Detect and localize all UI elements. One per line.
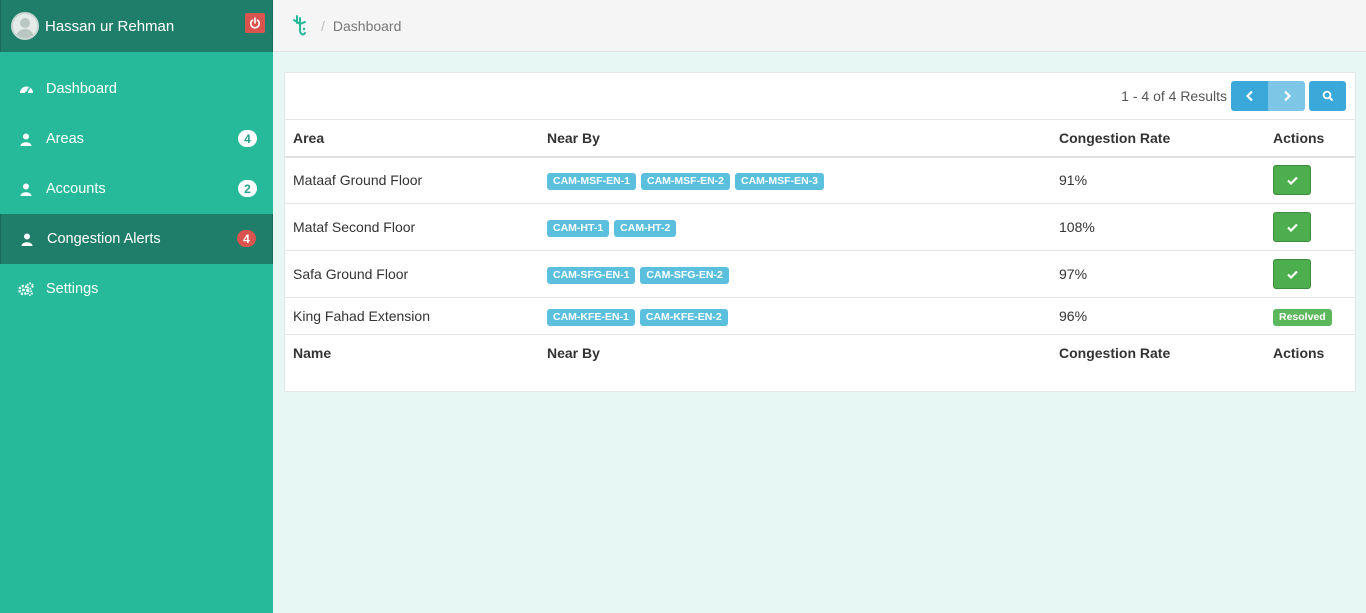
resolve-button[interactable]: [1273, 165, 1311, 196]
dashboard-icon: [18, 81, 34, 97]
column-header-actions: Actions: [1273, 129, 1325, 146]
search-button[interactable]: [1309, 81, 1346, 111]
near-by-cell: CAM-KFE-EN-1 CAM-KFE-EN-2: [539, 297, 1051, 335]
footer-congestion-rate: Congestion Rate: [1059, 345, 1171, 362]
sidebar-item-areas[interactable]: Areas 4: [0, 114, 273, 164]
near-by-cell: CAM-HT-1 CAM-HT-2: [539, 203, 1051, 251]
search-icon: [1322, 90, 1333, 102]
column-header-congestion-rate[interactable]: Congestion Rate: [1051, 120, 1265, 157]
sidebar: Hassan ur Rehman Dashboard Areas 4 Accou…: [0, 0, 273, 613]
pagination: [1231, 81, 1305, 111]
camera-tag[interactable]: CAM-HT-2: [614, 219, 677, 237]
breadcrumb-current: Dashboard: [332, 17, 402, 34]
sidebar-item-label: Accounts: [46, 181, 106, 197]
check-icon: [1286, 270, 1298, 279]
area-cell: Mataaf Ground Floor: [285, 156, 539, 204]
table-row: Mataf Second Floor CAM-HT-1 CAM-HT-2 108%: [285, 203, 1355, 251]
table-toolbar: 1 - 4 of 4 Results: [285, 73, 1355, 119]
congestion-rate-cell: 91%: [1051, 156, 1265, 204]
user-icon: [19, 231, 35, 247]
user-icon: [18, 131, 34, 147]
sidebar-item-label: Congestion Alerts: [47, 231, 161, 247]
actions-cell: [1265, 250, 1355, 298]
table-row: Mataaf Ground Floor CAM-MSF-EN-1 CAM-MSF-…: [285, 156, 1355, 204]
area-cell: Mataf Second Floor: [285, 203, 539, 251]
near-by-cell: CAM-SFG-EN-1 CAM-SFG-EN-2: [539, 250, 1051, 298]
actions-cell: Resolved: [1265, 297, 1355, 335]
results-count: 1 - 4 of 4 Results: [1121, 88, 1227, 104]
resolved-badge: Resolved: [1273, 308, 1332, 326]
sidebar-item-label: Settings: [46, 281, 99, 297]
table-row: Safa Ground Floor CAM-SFG-EN-1 CAM-SFG-EN…: [285, 250, 1355, 298]
resolve-button[interactable]: [1273, 259, 1311, 289]
resolve-button[interactable]: [1273, 212, 1311, 242]
avatar[interactable]: [11, 12, 39, 40]
sidebar-item-settings[interactable]: Settings: [0, 264, 273, 314]
chevron-left-icon: [1245, 90, 1253, 102]
congestion-rate-cell: 96%: [1051, 297, 1265, 335]
alerts-panel: 1 - 4 of 4 Results Area Near By Congesti…: [284, 72, 1356, 392]
camera-tag[interactable]: CAM-SFG-EN-2: [640, 266, 729, 284]
column-header-area[interactable]: Area: [285, 120, 539, 157]
actions-cell: [1265, 156, 1355, 204]
sidebar-item-dashboard[interactable]: Dashboard: [0, 64, 273, 114]
congestion-rate-cell: 97%: [1051, 250, 1265, 298]
camera-tag[interactable]: CAM-HT-1: [547, 219, 610, 237]
sidebar-item-congestion-alerts[interactable]: Congestion Alerts 4: [0, 214, 273, 264]
footer-name: Name: [293, 345, 332, 362]
camera-tag[interactable]: CAM-KFE-EN-1: [547, 308, 635, 326]
camera-tag[interactable]: CAM-MSF-EN-1: [547, 172, 636, 190]
check-icon: [1286, 223, 1298, 232]
home-logo-icon[interactable]: [291, 14, 309, 38]
sidebar-item-accounts[interactable]: Accounts 2: [0, 164, 273, 214]
alerts-table: Area Near By Congestion Rate Actions Mat…: [285, 119, 1355, 372]
areas-count-badge: 4: [238, 130, 257, 147]
camera-tag[interactable]: CAM-SFG-EN-1: [547, 266, 636, 284]
table-footer-row: Name Near By Congestion Rate Actions: [285, 335, 1355, 372]
breadcrumb-separator: /: [321, 17, 325, 34]
alerts-count-badge: 4: [237, 230, 256, 247]
table-header-row: Area Near By Congestion Rate Actions: [285, 119, 1355, 157]
user-bar: Hassan ur Rehman: [0, 0, 273, 52]
sidebar-item-label: Areas: [46, 131, 84, 147]
chevron-right-icon: [1283, 90, 1291, 102]
previous-page-button[interactable]: [1231, 81, 1268, 111]
footer-actions: Actions: [1273, 345, 1325, 362]
area-cell: King Fahad Extension: [285, 297, 539, 335]
logout-button[interactable]: [245, 13, 265, 33]
camera-tag[interactable]: CAM-MSF-EN-3: [735, 172, 824, 190]
top-bar: / Dashboard: [273, 0, 1366, 52]
camera-tag[interactable]: CAM-KFE-EN-2: [639, 308, 728, 326]
sidebar-item-label: Dashboard: [46, 81, 117, 97]
user-icon: [18, 181, 34, 197]
column-header-near-by[interactable]: Near By: [539, 120, 1051, 157]
near-by-cell: CAM-MSF-EN-1 CAM-MSF-EN-2 CAM-MSF-EN-3: [539, 156, 1051, 204]
table-row: King Fahad Extension CAM-KFE-EN-1 CAM-KFE…: [285, 297, 1355, 335]
next-page-button[interactable]: [1268, 81, 1305, 111]
check-icon: [1286, 176, 1298, 185]
camera-tag[interactable]: CAM-MSF-EN-2: [641, 172, 730, 190]
gears-icon: [18, 281, 34, 297]
actions-cell: [1265, 203, 1355, 251]
footer-near-by: Near By: [547, 345, 600, 362]
accounts-count-badge: 2: [238, 180, 257, 197]
area-cell: Safa Ground Floor: [285, 250, 539, 298]
congestion-rate-cell: 108%: [1051, 203, 1265, 251]
sidebar-nav: Dashboard Areas 4 Accounts 2 Congestion …: [0, 64, 273, 314]
power-icon: [250, 17, 260, 29]
user-name[interactable]: Hassan ur Rehman: [45, 18, 174, 35]
